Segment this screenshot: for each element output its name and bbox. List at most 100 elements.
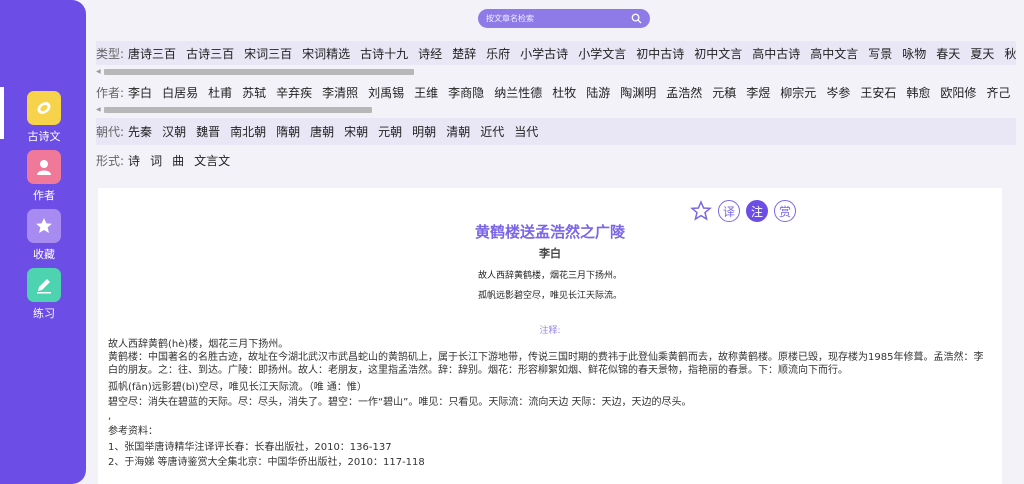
sidebar-item-poems[interactable]: 古诗文 bbox=[22, 91, 66, 144]
star-icon bbox=[27, 209, 61, 243]
active-indicator bbox=[0, 87, 4, 139]
filter-item[interactable]: 纳兰性德 bbox=[494, 84, 542, 101]
filter-row-form: 形式: 诗 词 曲 文言文 bbox=[96, 147, 1016, 174]
filter-item[interactable]: 秋 bbox=[1004, 45, 1016, 62]
filter-item[interactable]: 汉朝 bbox=[162, 123, 186, 140]
filter-item[interactable]: 清朝 bbox=[446, 123, 470, 140]
scrollbar-thumb[interactable] bbox=[104, 107, 372, 113]
filter-item[interactable]: 李清照 bbox=[322, 84, 358, 101]
filter-item[interactable]: 小学古诗 bbox=[520, 45, 568, 62]
filter-item[interactable]: 王安石 bbox=[860, 84, 896, 101]
sidebar-item-label: 作者 bbox=[33, 189, 55, 202]
filter-item[interactable]: 古诗十九 bbox=[360, 45, 408, 62]
filter-item[interactable]: 元稹 bbox=[712, 84, 736, 101]
author-row-scrollbar[interactable]: ◀ bbox=[96, 107, 1016, 113]
scroll-left-arrow-icon[interactable]: ◀ bbox=[96, 107, 101, 113]
annotation-line: 故人西辞黄鹤(hè)楼，烟花三月下扬州。 bbox=[108, 339, 289, 350]
filter-item[interactable]: 宋词精选 bbox=[302, 45, 350, 62]
filter-item[interactable]: 李商隐 bbox=[448, 84, 484, 101]
filter-label: 作者: bbox=[96, 85, 125, 100]
main-content: 类型: 唐诗三百 古诗三百 宋词三百 宋词精选 古诗十九 诗经 楚辞 乐府 小学… bbox=[86, 0, 1016, 484]
scroll-left-arrow-icon[interactable]: ◀ bbox=[96, 69, 101, 75]
filter-item[interactable]: 初中古诗 bbox=[636, 45, 684, 62]
poem-line: 孤帆远影碧空尽，唯见长江天际流。 bbox=[477, 291, 622, 301]
filter-item[interactable]: 文言文 bbox=[194, 152, 230, 169]
filter-item[interactable]: 南北朝 bbox=[230, 123, 266, 140]
filter-item[interactable]: 曲 bbox=[172, 152, 184, 169]
filter-item[interactable]: 岑参 bbox=[826, 84, 850, 101]
filter-item[interactable]: 辛弃疾 bbox=[276, 84, 312, 101]
filter-item[interactable]: 宋朝 bbox=[344, 123, 368, 140]
filter-item[interactable]: 唐朝 bbox=[310, 123, 334, 140]
filter-item[interactable]: 初中文言 bbox=[694, 45, 742, 62]
filter-item[interactable]: 元朝 bbox=[378, 123, 402, 140]
notes-heading: 注释: bbox=[539, 326, 561, 336]
filter-item[interactable]: 陆游 bbox=[586, 84, 610, 101]
filter-label: 类型: bbox=[96, 46, 125, 61]
notes-button[interactable]: 注 bbox=[746, 200, 768, 222]
filter-item[interactable]: 齐己 bbox=[986, 84, 1010, 101]
filter-item[interactable]: 当代 bbox=[514, 123, 538, 140]
filter-item[interactable]: 王维 bbox=[414, 84, 438, 101]
filter-item[interactable]: 词 bbox=[150, 152, 162, 169]
filter-item[interactable]: 杜甫 bbox=[208, 84, 232, 101]
poem-card: 译 注 赏 黄鹤楼送孟浩然之广陵 李白 故人西辞黄鹤楼，烟花三月下扬州。 孤帆远… bbox=[98, 188, 1002, 484]
filter-item[interactable]: 李白 bbox=[128, 84, 152, 101]
filter-item[interactable]: 夏天 bbox=[970, 45, 994, 62]
type-row-scrollbar[interactable]: ◀ bbox=[96, 69, 1016, 75]
filter-row-dynasty: 朝代: 先秦 汉朝 魏晋 南北朝 隋朝 唐朝 宋朝 元朝 明朝 清朝 近代 当代 bbox=[96, 118, 1016, 145]
filter-item[interactable]: 楚辞 bbox=[452, 45, 476, 62]
filter-item[interactable]: 乐府 bbox=[486, 45, 510, 62]
annotation-note: 碧空尽：消失在碧蓝的天际。尽：尽头，消失了。碧空：一作“碧山”。唯见：只看见。天… bbox=[108, 397, 692, 408]
references-heading: 参考资料： bbox=[108, 426, 158, 437]
sidebar-item-practice[interactable]: 练习 bbox=[22, 268, 66, 321]
filter-item[interactable]: 高中文言 bbox=[810, 45, 858, 62]
pencil-icon bbox=[27, 268, 61, 302]
filter-item[interactable]: 写景 bbox=[868, 45, 892, 62]
sidebar-item-authors[interactable]: 作者 bbox=[22, 150, 66, 203]
translate-button[interactable]: 译 bbox=[718, 200, 740, 222]
filter-item[interactable]: 古诗三百 bbox=[186, 45, 234, 62]
filter-item[interactable]: 孟浩然 bbox=[666, 84, 702, 101]
filter-item[interactable]: 诗 bbox=[128, 152, 140, 169]
filter-item[interactable]: 魏晋 bbox=[196, 123, 220, 140]
filter-item[interactable]: 小学文言 bbox=[578, 45, 626, 62]
filter-item[interactable]: 明朝 bbox=[412, 123, 436, 140]
filter-row-type: 类型: 唐诗三百 古诗三百 宋词三百 宋词精选 古诗十九 诗经 楚辞 乐府 小学… bbox=[96, 41, 1016, 65]
reference-item: 2、于海娣 等唐诗鉴赏大全集北京：中国华侨出版社，2010：117-118 bbox=[108, 457, 425, 468]
filter-item[interactable]: 隋朝 bbox=[276, 123, 300, 140]
filter-item[interactable]: 唐诗三百 bbox=[128, 45, 176, 62]
filter-row-author: 作者: 李白 白居易 杜甫 苏轼 辛弃疾 李清照 刘禹锡 王维 李商隐 纳兰性德… bbox=[96, 80, 1016, 104]
filter-item[interactable]: 欧阳修 bbox=[940, 84, 976, 101]
filter-item[interactable]: 杜牧 bbox=[552, 84, 576, 101]
filter-item[interactable]: 白居易 bbox=[162, 84, 198, 101]
person-icon bbox=[27, 150, 61, 184]
annotation-note: 黄鹤楼：中国著名的名胜古迹，故址在今湖北武汉市武昌蛇山的黄鹄矶上，属于长江下游地… bbox=[108, 352, 984, 376]
filter-item[interactable]: 宋词三百 bbox=[244, 45, 292, 62]
annotation-line: , bbox=[108, 411, 112, 422]
filter-item[interactable]: 先秦 bbox=[128, 123, 152, 140]
favorite-button[interactable] bbox=[690, 200, 712, 222]
sidebar-item-favorites[interactable]: 收藏 bbox=[22, 209, 66, 262]
filter-item[interactable]: 刘禹锡 bbox=[368, 84, 404, 101]
search-icon[interactable] bbox=[631, 13, 642, 24]
appreciate-button[interactable]: 赏 bbox=[774, 200, 796, 222]
poem-author[interactable]: 李白 bbox=[98, 245, 1002, 261]
sidebar-item-label: 古诗文 bbox=[27, 130, 61, 143]
filter-item[interactable]: 柳宗元 bbox=[780, 84, 816, 101]
filter-item[interactable]: 高中古诗 bbox=[752, 45, 800, 62]
annotation-line: 孤帆(fān)远影碧(bì)空尽，唯见长江天际流。（唯 通：惟） bbox=[108, 382, 367, 393]
reference-item: 1、张国举唐诗精华注译评长春：长春出版社，2010：136-137 bbox=[108, 442, 392, 453]
filter-item[interactable]: 近代 bbox=[480, 123, 504, 140]
filter-item[interactable]: 韩愈 bbox=[906, 84, 930, 101]
search-bar[interactable] bbox=[478, 9, 650, 28]
scrollbar-thumb[interactable] bbox=[104, 69, 414, 75]
filter-item[interactable]: 陶渊明 bbox=[620, 84, 656, 101]
search-input[interactable] bbox=[486, 14, 631, 23]
filter-item[interactable]: 苏轼 bbox=[242, 84, 266, 101]
filter-item[interactable]: 李煜 bbox=[746, 84, 770, 101]
sidebar-item-label: 收藏 bbox=[33, 248, 55, 261]
filter-item[interactable]: 春天 bbox=[936, 45, 960, 62]
filter-item[interactable]: 咏物 bbox=[902, 45, 926, 62]
filter-item[interactable]: 诗经 bbox=[418, 45, 442, 62]
